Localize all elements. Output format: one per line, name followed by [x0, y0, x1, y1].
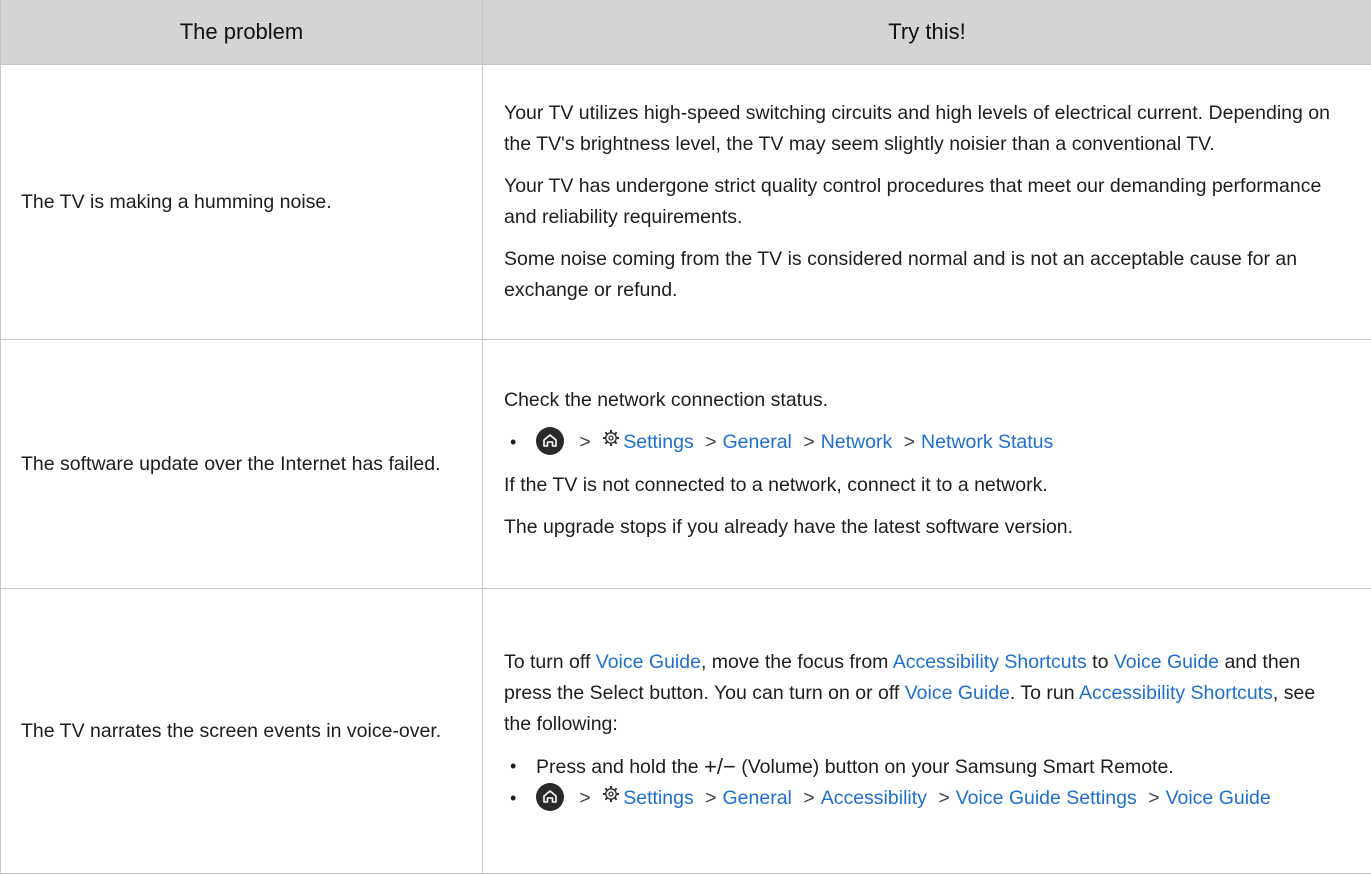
- header-problem: The problem: [1, 0, 483, 65]
- table-header-row: The problem Try this!: [1, 0, 1371, 65]
- menu-link-general[interactable]: General: [723, 787, 792, 809]
- menu-path-item: > Settings > General > Network > Network St…: [504, 427, 1341, 458]
- menu-link-accessibility[interactable]: Accessibility: [821, 787, 927, 809]
- gear-icon: [602, 426, 620, 457]
- link-accessibility-shortcuts[interactable]: Accessibility Shortcuts: [893, 651, 1087, 673]
- solution-paragraph: Some noise coming from the TV is conside…: [504, 244, 1341, 306]
- solution-cell: Check the network connection status. > S…: [483, 340, 1371, 589]
- chevron-right-icon: >: [579, 783, 590, 814]
- chevron-right-icon: >: [1148, 783, 1159, 814]
- home-icon: [536, 783, 564, 811]
- chevron-right-icon: >: [803, 427, 814, 458]
- header-try-this: Try this!: [483, 0, 1371, 65]
- menu-link-settings[interactable]: Settings: [623, 787, 693, 809]
- troubleshooting-table: The problem Try this! The TV is making a…: [0, 0, 1371, 874]
- problem-cell: The software update over the Internet ha…: [1, 340, 483, 589]
- link-voice-guide[interactable]: Voice Guide: [905, 682, 1010, 704]
- list-item: Press and hold the +/− (Volume) button o…: [504, 751, 1341, 783]
- text-span: , move the focus from: [701, 651, 893, 673]
- solution-paragraph: Check the network connection status.: [504, 385, 1341, 416]
- menu-link-voice-guide[interactable]: Voice Guide: [1166, 787, 1271, 809]
- solution-cell: Your TV utilizes high-speed switching ci…: [483, 65, 1371, 340]
- link-voice-guide[interactable]: Voice Guide: [1114, 651, 1219, 673]
- link-accessibility-shortcuts[interactable]: Accessibility Shortcuts: [1079, 682, 1273, 704]
- text-span: To turn off: [504, 651, 596, 673]
- chevron-right-icon: >: [904, 427, 915, 458]
- volume-symbol: +/−: [704, 754, 736, 779]
- home-icon: [536, 427, 564, 455]
- chevron-right-icon: >: [938, 783, 949, 814]
- table-row: The software update over the Internet ha…: [1, 340, 1371, 589]
- text-span: to: [1087, 651, 1114, 673]
- solution-paragraph: Your TV has undergone strict quality con…: [504, 171, 1341, 233]
- solution-paragraph: If the TV is not connected to a network,…: [504, 470, 1341, 501]
- solution-cell: To turn off Voice Guide, move the focus …: [483, 589, 1371, 874]
- solution-paragraph: Your TV utilizes high-speed switching ci…: [504, 98, 1341, 160]
- solution-paragraph: To turn off Voice Guide, move the focus …: [504, 647, 1341, 740]
- chevron-right-icon: >: [705, 427, 716, 458]
- table-row: The TV is making a humming noise. Your T…: [1, 65, 1371, 340]
- menu-link-network[interactable]: Network: [821, 431, 893, 453]
- menu-path-item: > Settings > General > Accessibility > Voic…: [504, 783, 1341, 814]
- menu-link-general[interactable]: General: [723, 431, 792, 453]
- solution-paragraph: The upgrade stops if you already have th…: [504, 512, 1341, 543]
- chevron-right-icon: >: [705, 783, 716, 814]
- chevron-right-icon: >: [803, 783, 814, 814]
- problem-cell: The TV narrates the screen events in voi…: [1, 589, 483, 874]
- chevron-right-icon: >: [579, 427, 590, 458]
- text-span: Press and hold the: [536, 756, 704, 778]
- link-voice-guide[interactable]: Voice Guide: [596, 651, 701, 673]
- gear-icon: [602, 782, 620, 813]
- problem-cell: The TV is making a humming noise.: [1, 65, 483, 340]
- text-span: (Volume) button on your Samsung Smart Re…: [736, 756, 1174, 778]
- menu-link-settings[interactable]: Settings: [623, 431, 693, 453]
- table-row: The TV narrates the screen events in voi…: [1, 589, 1371, 874]
- menu-path-list: > Settings > General > Network > Network St…: [504, 427, 1341, 458]
- menu-link-network-status[interactable]: Network Status: [921, 431, 1053, 453]
- instruction-list: Press and hold the +/− (Volume) button o…: [504, 751, 1341, 814]
- text-span: . To run: [1010, 682, 1079, 704]
- menu-link-voice-guide-settings[interactable]: Voice Guide Settings: [956, 787, 1137, 809]
